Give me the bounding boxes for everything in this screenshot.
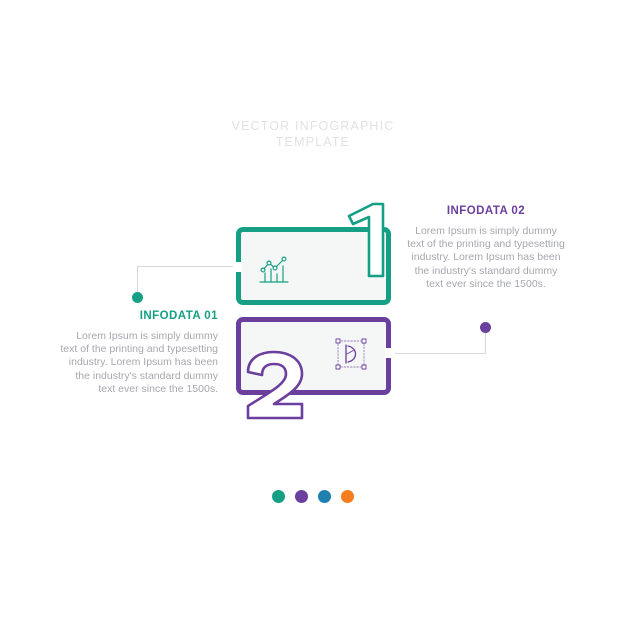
footer-dot-teal[interactable]	[272, 490, 285, 503]
connector-node-step-1	[132, 292, 143, 303]
growth-chart-icon	[256, 252, 292, 288]
connector-1-horizontal	[137, 266, 238, 267]
connector-1-vertical	[137, 266, 138, 293]
footer-dot-blue[interactable]	[318, 490, 331, 503]
footer-dot-orange[interactable]	[341, 490, 354, 503]
info-body-2: Lorem Ipsum is simply dummy text of the …	[407, 225, 565, 290]
footer-dot-row	[0, 490, 626, 503]
connector-2-horizontal	[389, 353, 485, 354]
footer-dot-purple[interactable]	[295, 490, 308, 503]
vector-path-icon	[334, 337, 368, 371]
info-block-1: INFODATA 01 Lorem Ipsum is simply dummy …	[58, 310, 218, 396]
card-2-connector-gap	[385, 348, 395, 358]
info-heading-1: INFODATA 01	[139, 310, 218, 322]
info-block-2: INFODATA 02 Lorem Ipsum is simply dummy …	[406, 205, 566, 291]
connector-node-step-2	[480, 322, 491, 333]
infographic-canvas: VECTOR INFOGRAPHIC TEMPLATE INFODATA 01 …	[0, 0, 626, 626]
info-heading-2: INFODATA 02	[446, 205, 526, 217]
info-body-1: Lorem Ipsum is simply dummy text of the …	[60, 330, 218, 395]
card-1-connector-gap	[233, 262, 242, 272]
page-title: VECTOR INFOGRAPHIC TEMPLATE	[231, 119, 395, 149]
